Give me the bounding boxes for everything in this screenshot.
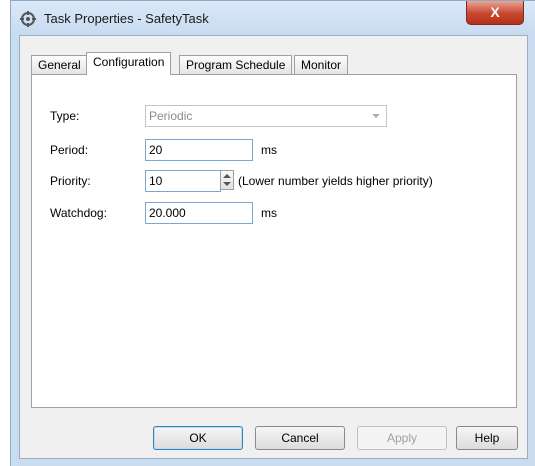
chevron-down-icon [372, 114, 380, 118]
period-input[interactable]: 20 [145, 139, 253, 161]
watchdog-unit: ms [261, 206, 277, 220]
priority-hint: (Lower number yields higher priority) [238, 174, 433, 188]
type-dropdown[interactable]: Periodic [145, 105, 387, 127]
tab-program-schedule[interactable]: Program Schedule [179, 55, 293, 74]
priority-spinner[interactable] [220, 170, 234, 190]
type-label: Type: [50, 109, 80, 123]
dialog-window: Task Properties - SafetyTask X General C… [10, 0, 535, 466]
period-label: Period: [50, 143, 89, 157]
apply-button: Apply [357, 426, 447, 450]
window-title: Task Properties - SafetyTask [44, 11, 209, 26]
configuration-panel: Type: Periodic Period: 20 ms Priority: 1… [31, 74, 517, 408]
dialog-body: General Configuration Program Schedule M… [19, 35, 528, 459]
cancel-button[interactable]: Cancel [255, 426, 345, 450]
watchdog-label: Watchdog: [50, 206, 107, 220]
tab-monitor[interactable]: Monitor [294, 55, 349, 74]
spin-up-icon[interactable] [223, 174, 231, 178]
task-properties-icon [20, 11, 36, 27]
type-value: Periodic [149, 109, 193, 123]
close-icon: X [490, 4, 500, 20]
tab-configuration[interactable]: Configuration [86, 52, 172, 75]
help-button[interactable]: Help [456, 426, 518, 450]
priority-input[interactable]: 10 [145, 170, 221, 192]
close-button[interactable]: X [466, 1, 524, 25]
watchdog-input[interactable]: 20.000 [145, 202, 253, 224]
period-unit: ms [261, 143, 277, 157]
priority-label: Priority: [50, 174, 91, 188]
ok-button[interactable]: OK [153, 426, 243, 450]
title-bar[interactable]: Task Properties - SafetyTask X [11, 1, 535, 35]
tab-general[interactable]: General [31, 55, 88, 74]
spin-down-icon[interactable] [223, 182, 231, 186]
